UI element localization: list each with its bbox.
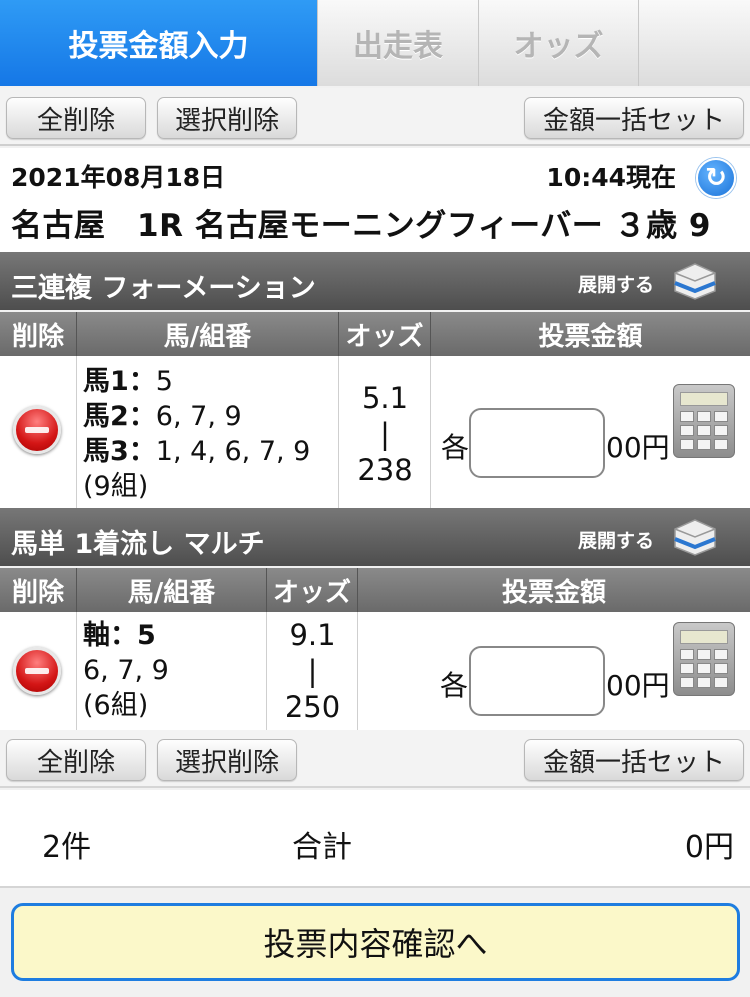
bet-count: 2件 [42,830,92,865]
col-odds: オッズ [267,568,358,612]
odds-low: 5.1 [361,381,409,415]
col-delete: 削除 [0,312,77,356]
odds-separator: | [380,417,390,451]
odds-separator: | [307,654,318,688]
combo-value: 1, 4, 6, 7, 9 [155,436,311,467]
delete-all-button[interactable]: 全削除 [6,97,146,139]
unit-label: 00円 [606,431,670,464]
odds-range: 9.1 | 250 [267,617,358,725]
col-delete: 削除 [0,568,77,612]
col-odds: オッズ [339,312,431,356]
refresh-icon[interactable]: ↻ [696,158,736,198]
combo-count: (6組) [83,690,149,721]
combo-label: 馬1： [83,366,156,397]
delete-all-button[interactable]: 全削除 [6,739,146,781]
combo-label: 軸：5 [83,620,156,651]
bet-type-title: 馬単 1着流し マルチ [11,529,265,560]
toolbar-top: 全削除 選択削除 金額一括セット [0,88,750,146]
tab-empty [639,0,750,86]
combo-value: 5 [155,366,173,397]
each-label: 各 [441,431,470,464]
toolbar-bottom: 全削除 選択削除 金額一括セット [0,730,750,788]
combo-value: 6, 7, 9 [83,655,169,686]
combo-value: 6, 7, 9 [155,401,242,432]
tab-bet-amount[interactable]: 投票金額入力 [0,0,318,86]
race-info: 2021年08月18日 10:44現在 ↻ 名古屋 1R 名古屋モーニングフィー… [0,148,750,252]
odds-high: 238 [357,453,413,487]
expand-link[interactable]: 展開する [578,270,654,297]
tab-bar: 投票金額入力 出走表 オッズ [0,0,750,86]
total-amount: 0円 [684,830,734,865]
set-amount-all-button[interactable]: 金額一括セット [524,97,744,139]
combo-count: (9組) [83,471,149,502]
delete-row-button[interactable] [13,406,61,454]
unit-label: 00円 [606,669,670,702]
col-combo: 馬/組番 [77,312,339,356]
col-amount: 投票金額 [538,321,643,352]
amount-input[interactable] [469,646,605,716]
odds-range: 5.1 | 238 [339,380,431,488]
amount-input[interactable] [469,408,605,478]
col-combo: 馬/組番 [77,568,267,612]
set-amount-all-button[interactable]: 金額一括セット [524,739,744,781]
combo-list: 馬1：5 馬2：6, 7, 9 馬3：1, 4, 6, 7, 9 (9組) [83,364,310,504]
summary: 2件 合計 0円 [0,790,750,888]
each-label: 各 [440,669,469,702]
calculator-icon[interactable] [673,622,735,696]
current-time: 10:44現在 [546,163,676,192]
odds-high: 250 [284,690,341,724]
bet-type-title: 三連複 フォーメーション [11,273,316,304]
delete-selected-button[interactable]: 選択削除 [157,97,297,139]
expand-link[interactable]: 展開する [578,526,654,553]
bet-row: 馬1：5 馬2：6, 7, 9 馬3：1, 4, 6, 7, 9 (9組) 5.… [0,356,750,508]
bet-section-header: 馬単 1着流し マルチ 展開する [0,508,750,566]
bet-row: 軸：5 6, 7, 9 (6組) 9.1 | 250 各 00円 [0,612,750,730]
delete-selected-button[interactable]: 選択削除 [157,739,297,781]
calculator-icon[interactable] [673,384,735,458]
bet-section-header: 三連複 フォーメーション 展開する [0,252,750,310]
confirm-bet-button[interactable]: 投票内容確認へ [11,903,740,981]
expand-box-icon[interactable] [672,517,718,557]
bet-table-header: 削除 馬/組番 オッズ 投票金額 [0,568,750,612]
tab-race-card[interactable]: 出走表 [318,0,479,86]
race-date: 2021年08月18日 [11,163,226,192]
combo-list: 軸：5 6, 7, 9 (6組) [83,618,169,723]
total-label: 合計 [292,830,352,865]
combo-label: 馬3： [83,436,156,467]
delete-row-button[interactable] [13,647,61,695]
odds-low: 9.1 [289,618,336,652]
expand-box-icon[interactable] [672,261,718,301]
combo-label: 馬2： [83,401,156,432]
tab-odds[interactable]: オッズ [479,0,639,86]
bet-table-header: 削除 馬/組番 オッズ 投票金額 [0,312,750,356]
col-amount: 投票金額 [501,577,606,608]
race-name: 名古屋 1R 名古屋モーニングフィーバー ３歳 9 [11,208,711,244]
